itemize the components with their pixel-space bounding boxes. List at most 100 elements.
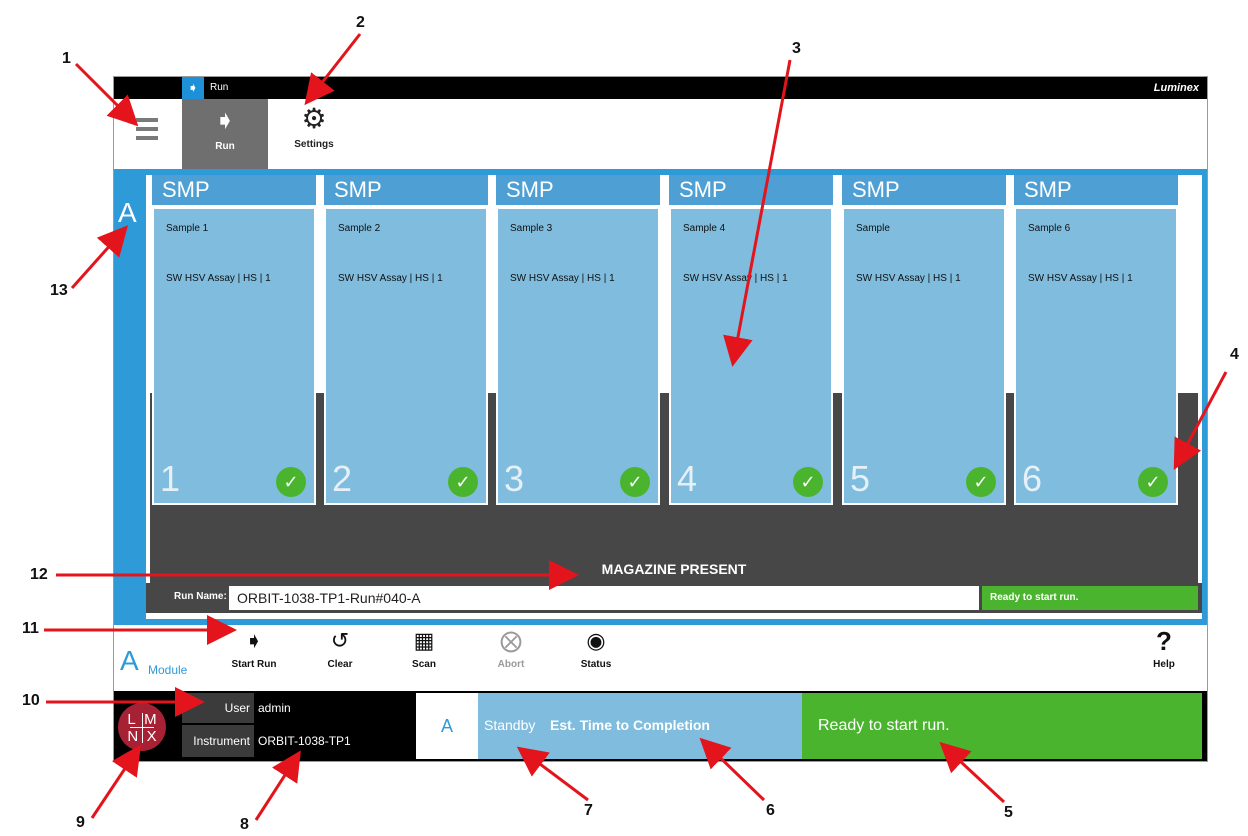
magazine-panel: SMP Sample 1 SW HSV Assay | HS | 1 1 ✓ S… [146, 175, 1202, 619]
callout-number-3: 3 [792, 40, 801, 57]
module-a-panel: A SMP Sample 1 SW HSV Assay | HS | 1 1 ✓… [114, 169, 1207, 625]
sample-card-6[interactable]: SMP Sample 6 SW HSV Assay | HS | 1 6 ✓ [1014, 175, 1178, 505]
app-window: ➧ Run Luminex ➧ Run ⚙ Settings A SMP Sam… [113, 76, 1208, 762]
callout-arrow-8 [254, 750, 301, 821]
sample-type: SMP [152, 175, 316, 205]
module-letter: A [118, 197, 137, 228]
module-action-bar: A Module ➧ Start Run ↺ Clear ▦ Scan ⨂ Ab… [114, 625, 1207, 691]
cartridge-position: 6 [1022, 458, 1043, 499]
sample-card-body: Sample SW HSV Assay | HS | 1 5 ✓ [842, 207, 1006, 505]
sample-card-1[interactable]: SMP Sample 1 SW HSV Assay | HS | 1 1 ✓ [152, 175, 316, 505]
help-label: Help [1153, 659, 1175, 670]
check-circle-icon: ✓ [966, 467, 996, 497]
callout-number-2: 2 [356, 14, 365, 31]
abort-label: Abort [497, 659, 525, 670]
module-letter: A [120, 645, 139, 676]
callout-number-13: 13 [50, 282, 68, 299]
tab-settings[interactable]: ⚙ Settings [282, 99, 346, 169]
callout-number-10: 10 [22, 692, 40, 709]
instrument-label: Instrument [182, 725, 254, 757]
start-run-button[interactable]: ➧ Start Run [222, 627, 286, 670]
check-circle-icon: ✓ [1138, 467, 1168, 497]
sample-type: SMP [1014, 175, 1178, 205]
main-toolbar: ➧ Run ⚙ Settings [114, 99, 1207, 169]
clear-button[interactable]: ↺ Clear [308, 627, 372, 670]
running-person-icon: ➧ [182, 77, 204, 99]
check-circle-icon: ✓ [276, 467, 306, 497]
check-circle-icon: ✓ [620, 467, 650, 497]
cartridge-position: 3 [504, 458, 525, 499]
user-value: admin [258, 701, 291, 715]
callout-number-6: 6 [766, 802, 775, 819]
standby-status: Standby [484, 717, 536, 733]
sample-card-body: Sample 3 SW HSV Assay | HS | 1 3 ✓ [496, 207, 660, 505]
sample-name: Sample 3 [510, 223, 553, 234]
tab-run-label: Run [215, 141, 235, 152]
sample-type: SMP [496, 175, 660, 205]
module-status-panel: Standby Est. Time to Completion [478, 693, 802, 759]
sample-card-body: Sample 4 SW HSV Assay | HS | 1 4 ✓ [669, 207, 833, 505]
help-button[interactable]: ? Help [1132, 627, 1196, 670]
scan-button[interactable]: ▦ Scan [392, 627, 456, 670]
status-footer: L M N X User admin Instrument ORBIT-1038… [114, 691, 1207, 761]
ready-status-banner: Ready to start run. [802, 693, 1202, 759]
sample-card-5[interactable]: SMP Sample SW HSV Assay | HS | 1 5 ✓ [842, 175, 1006, 505]
cartridge-position: 1 [160, 458, 181, 499]
sample-card-2[interactable]: SMP Sample 2 SW HSV Assay | HS | 1 2 ✓ [324, 175, 488, 505]
assay-name: SW HSV Assay | HS | 1 [338, 273, 443, 284]
footer-module-letter: A [416, 693, 478, 759]
assay-name: SW HSV Assay | HS | 1 [856, 273, 961, 284]
lmnx-logo: L M N X [118, 703, 166, 751]
instrument-value: ORBIT-1038-TP1 [258, 734, 351, 748]
gear-icon: ⚙ [301, 103, 327, 134]
user-label: User [182, 693, 254, 723]
assay-name: SW HSV Assay | HS | 1 [683, 273, 788, 284]
run-name-field[interactable]: ORBIT-1038-TP1-Run#040-A [229, 586, 979, 610]
running-person-icon: ➧ [214, 105, 236, 135]
callout-number-1: 1 [62, 50, 71, 67]
cartridge-position: 2 [332, 458, 353, 499]
callout-number-8: 8 [240, 816, 249, 833]
title-bar: ➧ Run Luminex [114, 77, 1207, 99]
assay-name: SW HSV Assay | HS | 1 [510, 273, 615, 284]
check-circle-icon: ✓ [793, 467, 823, 497]
cartridge-position: 4 [677, 458, 698, 499]
abort-button[interactable]: ⨂ Abort [479, 627, 543, 670]
sample-card-3[interactable]: SMP Sample 3 SW HSV Assay | HS | 1 3 ✓ [496, 175, 660, 505]
tab-run[interactable]: ➧ Run [182, 99, 268, 169]
run-name-bar: Run Name: ORBIT-1038-TP1-Run#040-A Ready… [146, 583, 1202, 613]
sample-type: SMP [669, 175, 833, 205]
luminex-logo: Luminex [1153, 82, 1199, 94]
undo-icon: ↺ [330, 628, 350, 653]
assay-name: SW HSV Assay | HS | 1 [166, 273, 271, 284]
sample-card-body: Sample 6 SW HSV Assay | HS | 1 6 ✓ [1014, 207, 1178, 505]
qr-code-icon: ▦ [413, 628, 435, 653]
cartridge-position: 5 [850, 458, 871, 499]
check-circle-icon: ✓ [448, 467, 478, 497]
scan-label: Scan [412, 659, 436, 670]
start-run-label: Start Run [231, 659, 277, 670]
magazine-status: MAGAZINE PRESENT [601, 561, 747, 577]
run-name-label: Run Name: [174, 591, 227, 602]
callout-number-7: 7 [584, 802, 593, 819]
status-button[interactable]: ◉ Status [564, 627, 628, 670]
title-bar-label: Run [210, 82, 229, 93]
callout-number-12: 12 [30, 566, 48, 583]
question-mark-icon: ? [1156, 626, 1172, 656]
close-circle-icon: ⨂ [500, 628, 522, 653]
sample-card-4[interactable]: SMP Sample 4 SW HSV Assay | HS | 1 4 ✓ [669, 175, 833, 505]
callout-number-11: 11 [22, 620, 39, 637]
sample-card-body: Sample 2 SW HSV Assay | HS | 1 2 ✓ [324, 207, 488, 505]
eye-icon: ◉ [586, 628, 606, 653]
assay-name: SW HSV Assay | HS | 1 [1028, 273, 1133, 284]
clear-label: Clear [327, 659, 353, 670]
hamburger-icon[interactable] [136, 113, 160, 153]
sample-name: Sample 1 [166, 223, 209, 234]
run-status-badge: Ready to start run. [982, 586, 1198, 610]
sample-name: Sample 6 [1028, 223, 1071, 234]
sample-name: Sample 2 [338, 223, 381, 234]
est-time-label: Est. Time to Completion [550, 717, 710, 733]
running-person-icon: ➧ [244, 628, 264, 653]
sample-name: Sample [856, 223, 890, 234]
sample-type: SMP [842, 175, 1006, 205]
